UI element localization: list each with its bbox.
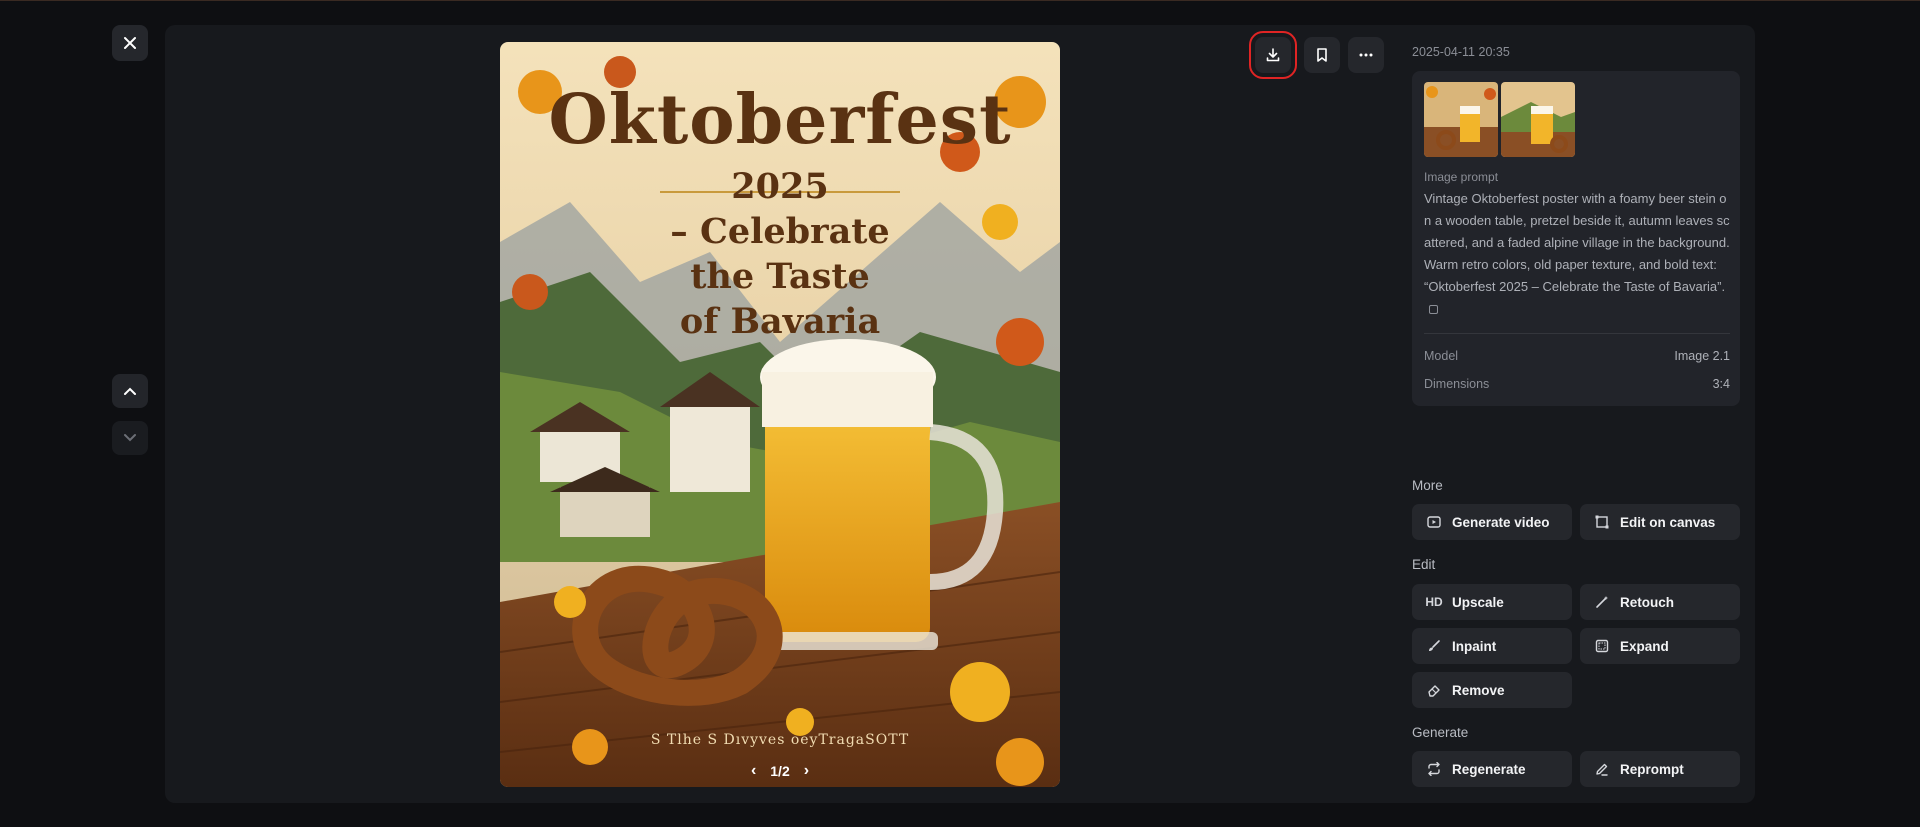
- bookmark-button[interactable]: [1304, 37, 1340, 73]
- section-label-edit: Edit: [1412, 557, 1436, 572]
- reprompt-button[interactable]: Reprompt: [1580, 751, 1740, 787]
- bookmark-icon: [1317, 48, 1327, 62]
- canvas-icon: [1594, 515, 1610, 529]
- button-label: Remove: [1452, 682, 1505, 698]
- poster-subtitle-line: of Bavaria: [679, 301, 881, 342]
- meta-row-model: Model Image 2.1: [1424, 349, 1730, 363]
- close-icon: [124, 37, 136, 49]
- expand-icon: [1594, 639, 1610, 653]
- image-info-card: Image prompt Vintage Oktoberfest poster …: [1412, 71, 1740, 406]
- image-pager: ‹ 1/2 ›: [500, 762, 1060, 780]
- chevron-up-icon: [124, 387, 136, 395]
- chevron-down-icon: [124, 434, 136, 442]
- more-icon: [1359, 53, 1373, 57]
- regenerate-icon: [1426, 762, 1442, 776]
- pager-prev-icon[interactable]: ‹: [751, 762, 756, 780]
- button-label: Generate video: [1452, 514, 1550, 530]
- pager-next-icon[interactable]: ›: [804, 762, 809, 780]
- meta-value: Image 2.1: [1674, 349, 1730, 363]
- button-label: Retouch: [1620, 594, 1674, 610]
- button-label: Upscale: [1452, 594, 1504, 610]
- prompt-text-content: Vintage Oktoberfest poster with a foamy …: [1424, 191, 1730, 294]
- upscale-button[interactable]: HD Upscale: [1412, 584, 1572, 620]
- button-label: Regenerate: [1452, 761, 1526, 777]
- poster-subtitle: 2025 – Celebrate the Taste of Bavaria: [500, 164, 1060, 344]
- thumbnail-1[interactable]: [1424, 82, 1498, 157]
- retouch-button[interactable]: Retouch: [1580, 584, 1740, 620]
- download-icon: [1266, 48, 1280, 62]
- pencil-icon: [1594, 762, 1610, 776]
- more-options-button[interactable]: [1348, 37, 1384, 73]
- top-border: [0, 0, 1920, 1]
- expand-button[interactable]: Expand: [1580, 628, 1740, 664]
- section-label-generate: Generate: [1412, 725, 1469, 740]
- regenerate-button[interactable]: Regenerate: [1412, 751, 1572, 787]
- video-icon: [1426, 516, 1442, 528]
- thumbnail-2[interactable]: [1501, 82, 1575, 157]
- copy-icon[interactable]: [1429, 305, 1438, 315]
- next-image-button[interactable]: [112, 421, 148, 455]
- remove-button[interactable]: Remove: [1412, 672, 1572, 708]
- poster-subtitle-line: – Celebrate: [670, 211, 890, 252]
- eraser-icon: [1426, 683, 1442, 697]
- meta-label: Model: [1424, 349, 1459, 363]
- hd-icon: HD: [1425, 595, 1443, 609]
- generated-image[interactable]: Oktoberfest 2025 – Celebrate the Taste o…: [500, 42, 1060, 787]
- download-button[interactable]: [1249, 31, 1297, 79]
- prompt-text: Vintage Oktoberfest poster with a foamy …: [1424, 188, 1730, 320]
- poster-subtitle-line: the Taste: [690, 256, 870, 297]
- button-label: Reprompt: [1620, 761, 1684, 777]
- button-label: Expand: [1620, 638, 1669, 654]
- brush-icon: [1426, 639, 1442, 653]
- pager-label: 1/2: [770, 763, 790, 779]
- divider: [1424, 333, 1730, 334]
- previous-image-button[interactable]: [112, 374, 148, 408]
- inpaint-button[interactable]: Inpaint: [1412, 628, 1572, 664]
- prompt-label: Image prompt: [1424, 170, 1499, 184]
- poster-footer: S Tlhe S Dıvyves oeyTragaSOTT: [650, 732, 910, 748]
- generate-video-button[interactable]: Generate video: [1412, 504, 1572, 540]
- poster-title: Oktoberfest: [548, 80, 1012, 160]
- close-button[interactable]: [112, 25, 148, 61]
- button-label: Edit on canvas: [1620, 514, 1716, 530]
- meta-value: 3:4: [1712, 377, 1730, 391]
- section-label-more: More: [1412, 478, 1443, 493]
- thumbnail-strip: [1424, 82, 1575, 157]
- wand-icon: [1594, 595, 1610, 609]
- meta-row-dimensions: Dimensions 3:4: [1424, 377, 1730, 391]
- poster-subtitle-line: 2025: [731, 166, 829, 207]
- edit-on-canvas-button[interactable]: Edit on canvas: [1580, 504, 1740, 540]
- button-label: Inpaint: [1452, 638, 1497, 654]
- creation-timestamp: 2025-04-11 20:35: [1412, 45, 1510, 59]
- meta-label: Dimensions: [1424, 377, 1490, 391]
